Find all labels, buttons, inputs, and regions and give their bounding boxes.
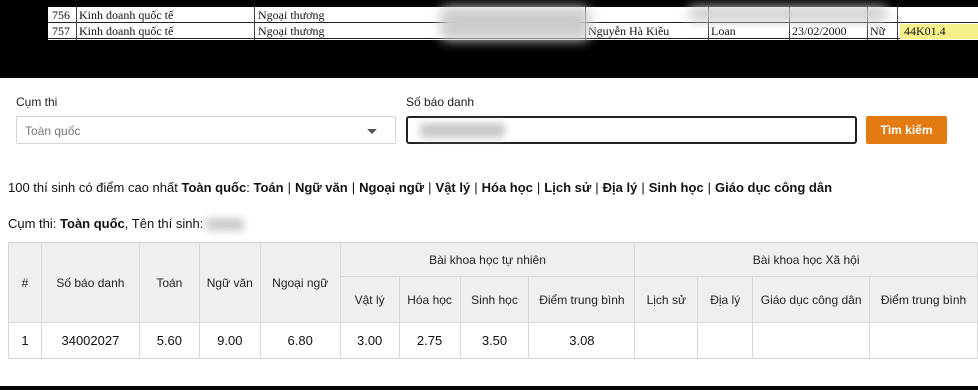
search-button[interactable]: Tìm kiếm	[866, 116, 947, 144]
cell-hoahoc: 2.75	[398, 322, 461, 359]
table-row: 1 34002027 5.60 9.00 6.80 3.00 2.75 3.50…	[8, 322, 978, 359]
col-hash: #	[8, 242, 42, 323]
cell-toan: 5.60	[138, 322, 200, 359]
candidate-cumthi-label: Cụm thi:	[8, 216, 57, 231]
row-number: 756	[52, 8, 70, 22]
col-dtb-xh: Điểm trung bình	[869, 276, 978, 323]
cell-index: 1	[8, 322, 42, 359]
col-sbd: Số báo danh	[40, 242, 140, 323]
redacted-name	[206, 218, 245, 232]
cell-nguvan: 9.00	[198, 322, 261, 359]
link-vatly[interactable]: Vật lý	[436, 180, 471, 195]
link-dialy[interactable]: Địa lý	[603, 180, 638, 195]
col-dialy: Địa lý	[697, 276, 754, 323]
grid-line	[254, 7, 255, 40]
major-cell: Kinh doanh quốc tế	[79, 24, 174, 38]
cell-dtb-xh	[869, 322, 978, 359]
redacted-area	[688, 7, 888, 21]
dob-cell: 23/02/2000	[792, 24, 847, 38]
col-hoahoc: Hóa học	[398, 276, 461, 323]
cell-dtb-tn: 3.08	[528, 322, 636, 359]
top100-line: 100 thí sinh có điểm cao nhất Toàn quốc:…	[8, 180, 833, 195]
col-toan: Toán	[138, 242, 200, 323]
redacted-area	[440, 7, 590, 40]
cell-lichsu	[634, 322, 699, 359]
cell-vatly: 3.00	[339, 322, 400, 359]
gender-cell: Nữ	[870, 24, 886, 38]
first-name-cell: Loan	[711, 24, 736, 38]
col-vatly: Vật lý	[339, 276, 400, 323]
col-group-khtn: Bài khoa học tự nhiên	[339, 242, 636, 277]
link-nguvan[interactable]: Ngữ văn	[295, 180, 348, 195]
sbd-input[interactable]	[406, 116, 857, 144]
col-group-khxh: Bài khoa học Xã hội	[634, 242, 978, 277]
link-gdcd[interactable]: Giáo dục công dân	[715, 180, 832, 195]
school-cell: Ngoại thương	[258, 8, 325, 22]
school-cell: Ngoại thương	[258, 24, 325, 38]
candidate-info: Cụm thi: Toàn quốc, Tên thí sinh:	[8, 216, 245, 232]
col-ngoaingu: Ngoại ngữ	[259, 242, 341, 323]
score-table: # Số báo danh Toán Ngữ văn Ngoại ngữ Bài…	[8, 242, 978, 359]
cell-gdcd	[752, 322, 871, 359]
cell-sinhhoc: 3.50	[459, 322, 530, 359]
row-number: 757	[52, 24, 70, 38]
sbd-label: Số báo danh	[406, 95, 475, 109]
col-nguvan: Ngữ văn	[198, 242, 261, 323]
cell-dialy	[697, 322, 754, 359]
major-cell: Kinh doanh quốc tế	[79, 8, 174, 22]
chevron-down-icon	[367, 129, 377, 134]
class-cell: 44K01.4	[900, 24, 978, 39]
cell-sbd: 34002027	[40, 322, 140, 359]
spreadsheet-strip: 756 Kinh doanh quốc tế Ngoại thương 757 …	[48, 7, 978, 40]
redacted-value	[420, 123, 505, 138]
col-sinhhoc: Sinh học	[459, 276, 530, 323]
link-ngoaingu[interactable]: Ngoại ngữ	[359, 180, 424, 195]
top100-scope: Toàn quốc	[181, 180, 247, 195]
candidate-cumthi-value: Toàn quốc	[60, 216, 125, 231]
link-sinhhoc[interactable]: Sinh học	[649, 180, 704, 195]
candidate-name-label: , Tên thí sinh:	[124, 216, 204, 231]
cumthi-selected-value: Toàn quốc	[25, 124, 81, 138]
grid-line	[897, 7, 898, 40]
link-lichsu[interactable]: Lịch sử	[544, 180, 591, 195]
col-lichsu: Lịch sử	[634, 276, 699, 323]
grid-line	[76, 7, 77, 40]
link-hoahoc[interactable]: Hóa học	[482, 180, 533, 195]
search-panel: Cụm thi Số báo danh Toàn quốc Tìm kiếm 1…	[0, 78, 978, 386]
col-gdcd: Giáo dục công dân	[752, 276, 871, 323]
top100-prefix: 100 thí sinh có điểm cao nhất	[8, 180, 178, 195]
cumthi-select[interactable]: Toàn quốc	[16, 116, 396, 144]
link-toan[interactable]: Toán	[253, 180, 283, 195]
name-cell: Nguyễn Hà Kiều	[588, 24, 670, 38]
col-dtb-tn: Điểm trung bình	[528, 276, 636, 323]
cell-ngoaingu: 6.80	[259, 322, 341, 359]
cumthi-label: Cụm thi	[16, 95, 58, 109]
